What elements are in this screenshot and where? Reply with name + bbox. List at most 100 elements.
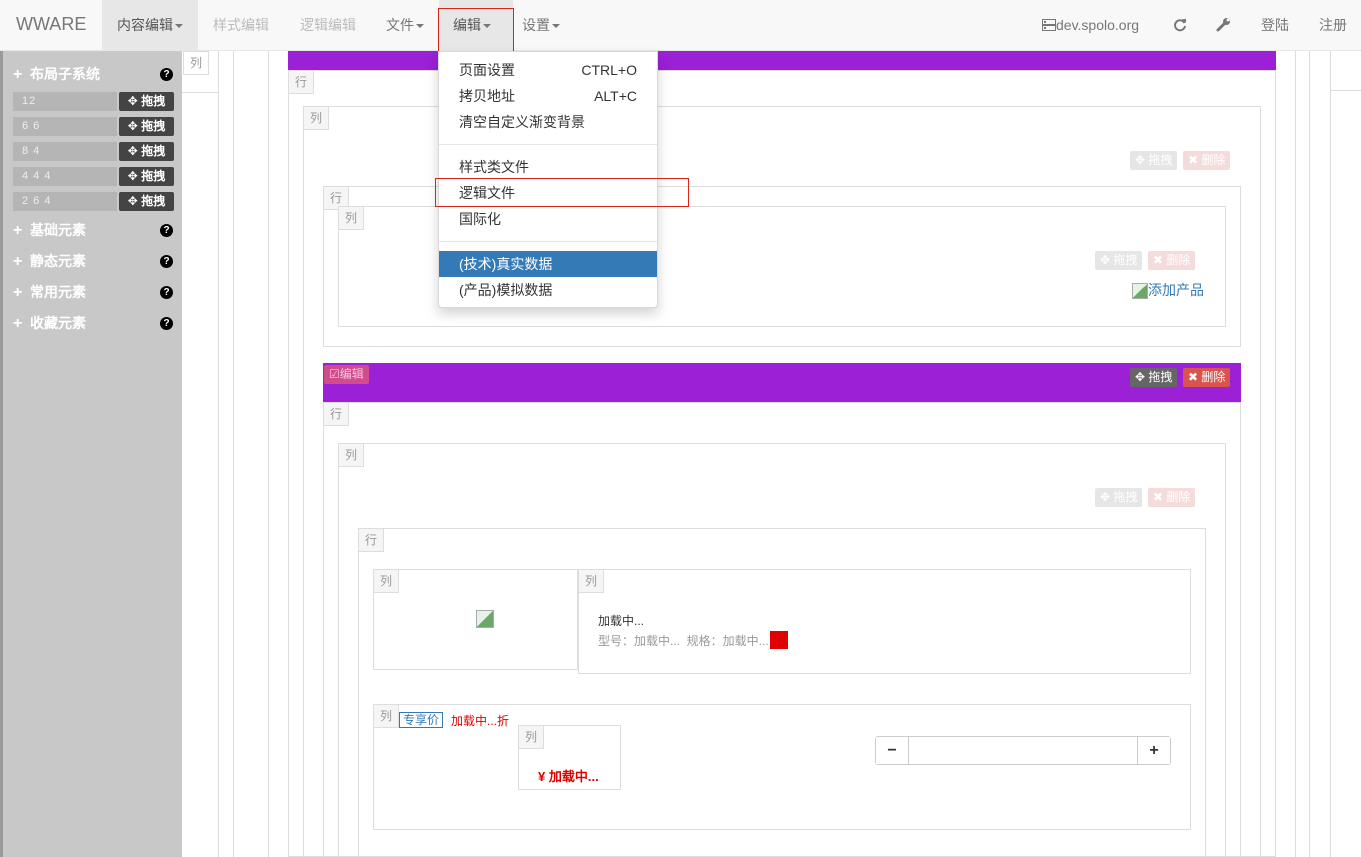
brand-logo[interactable]: WWARE (16, 14, 86, 35)
delete-control[interactable]: ✖ 删除 (1148, 251, 1196, 270)
color-swatch (770, 631, 788, 649)
sidebar-section-static[interactable]: + 静态元素 (13, 251, 86, 271)
menu-copy-address[interactable]: 拷贝地址 ALT+C (439, 83, 657, 109)
layout-row-8-4: 8 4 ✥ 拖拽 (13, 142, 174, 161)
nav-server[interactable]: dev.spolo.org (1027, 0, 1154, 51)
drag-button[interactable]: ✥ 拖拽 (119, 92, 174, 111)
product-title: 加载中... (598, 614, 645, 628)
frame-line (1330, 51, 1331, 857)
help-icon[interactable]: ? (160, 286, 173, 299)
price-text: ¥ 加载中... (538, 769, 599, 784)
menu-page-settings[interactable]: 页面设置 CTRL+O (439, 57, 657, 83)
discount-text: 加载中...折 (451, 714, 510, 728)
frame-line (218, 51, 219, 857)
drag-control[interactable]: ✥ 拖拽 (1095, 251, 1143, 270)
help-icon[interactable]: ? (160, 224, 173, 237)
nav-logic-edit[interactable]: 逻辑编辑 (285, 0, 371, 51)
help-icon[interactable]: ? (160, 317, 173, 330)
decrement-button[interactable]: − (876, 737, 909, 764)
delete-control[interactable]: ✖ 删除 (1148, 488, 1196, 507)
col-tag[interactable]: 列 (518, 725, 545, 749)
caret-down-icon (416, 24, 424, 29)
component-sidebar: + 布局子系统 ? 12 ✥ 拖拽 6 6 ✥ 拖拽 8 4 ✥ 拖拽 4 4 4 ✥ 拖… (0, 51, 182, 857)
wrench-icon (1216, 18, 1230, 32)
menu-divider (439, 144, 657, 145)
caret-down-icon (552, 24, 560, 29)
caret-down-icon (175, 24, 183, 29)
drag-button[interactable]: ✥ 拖拽 (119, 192, 174, 211)
frame-line (182, 92, 218, 93)
edit-dropdown-menu: 页面设置 CTRL+O 拷贝地址 ALT+C 清空自定义渐变背景 样式类文件 逻辑文… (438, 51, 658, 308)
purple-toolbar (288, 51, 1276, 70)
sidebar-section-layout[interactable]: + 布局子系统 (13, 64, 100, 84)
plus-icon: + (13, 315, 23, 332)
plus-icon: + (13, 222, 23, 239)
help-icon[interactable]: ? (160, 255, 173, 268)
plus-icon: + (13, 284, 23, 301)
col-tag[interactable]: 列 (338, 443, 365, 467)
register-link[interactable]: 注册 (1304, 0, 1361, 51)
top-navbar: WWARE 内容编辑 样式编辑 逻辑编辑 文件 编辑 设置 dev.spolo.… (0, 0, 1361, 51)
menu-divider (439, 241, 657, 242)
drag-button[interactable]: ✥ 拖拽 (119, 142, 174, 161)
broken-image-icon (476, 610, 494, 628)
col-tag[interactable]: 列 (338, 206, 365, 230)
col-tag[interactable]: 列 (373, 704, 400, 728)
add-product-link[interactable]: 添加产品 (1132, 280, 1204, 300)
quantity-stepper: − + (875, 736, 1171, 765)
server-icon (1042, 19, 1056, 31)
login-link[interactable]: 登陆 (1246, 0, 1304, 51)
edit-button[interactable]: ☑编辑 (324, 365, 369, 384)
exclusive-price-badge: 专享价 (399, 712, 444, 728)
purple-toolbar (323, 363, 1241, 402)
increment-button[interactable]: + (1137, 737, 1170, 764)
nav-tools[interactable] (1201, 0, 1246, 51)
nav-settings[interactable]: 设置 (507, 0, 575, 51)
menu-real-data[interactable]: (技术)真实数据 (439, 251, 657, 277)
drag-control[interactable]: ✥ 拖拽 (1130, 151, 1178, 170)
drag-button[interactable]: ✥ 拖拽 (119, 117, 174, 136)
frame-line (1295, 51, 1296, 857)
image-icon (1132, 283, 1148, 300)
refresh-icon (1174, 19, 1186, 32)
menu-style-class-file[interactable]: 样式类文件 (439, 154, 657, 180)
drag-control[interactable]: ✥ 拖拽 (1095, 488, 1143, 507)
frame-line (233, 51, 234, 857)
delete-control[interactable]: ✖ 删除 (1183, 368, 1231, 387)
menu-clear-gradient[interactable]: 清空自定义渐变背景 (439, 109, 657, 135)
sidebar-section-favorites[interactable]: + 收藏元素 (13, 313, 86, 333)
row-tag[interactable]: 行 (358, 528, 385, 552)
menu-mock-data[interactable]: (产品)模拟数据 (439, 277, 657, 303)
product-model: 型号：加载中... 规格：加载中... (598, 634, 769, 648)
frame-line (268, 51, 269, 857)
menu-i18n[interactable]: 国际化 (439, 206, 657, 232)
plus-icon: + (13, 66, 23, 83)
col-tag[interactable]: 列 (578, 569, 605, 593)
nav-content-edit[interactable]: 内容编辑 (102, 0, 198, 51)
frame-line (1309, 51, 1310, 857)
column-container: 列 (578, 569, 1191, 674)
layout-row-6-6: 6 6 ✥ 拖拽 (13, 117, 174, 136)
drag-button[interactable]: ✥ 拖拽 (119, 167, 174, 186)
col-tag[interactable]: 列 (303, 106, 330, 130)
help-icon[interactable]: ? (160, 68, 173, 81)
sidebar-section-basic[interactable]: + 基础元素 (13, 220, 86, 240)
col-tag[interactable]: 列 (183, 51, 210, 75)
nav-file[interactable]: 文件 (371, 0, 439, 51)
layout-row-2-6-4: 2 6 4 ✥ 拖拽 (13, 192, 174, 211)
frame-line (1330, 90, 1361, 91)
menu-logic-file[interactable]: 逻辑文件 (439, 180, 657, 206)
layout-row-4-4-4: 4 4 4 ✥ 拖拽 (13, 167, 174, 186)
caret-down-icon (483, 24, 491, 29)
row-tag[interactable]: 行 (323, 402, 350, 426)
nav-style-edit[interactable]: 样式编辑 (198, 0, 284, 51)
quantity-input[interactable] (910, 737, 1138, 764)
sidebar-section-common[interactable]: + 常用元素 (13, 282, 86, 302)
drag-control[interactable]: ✥ 拖拽 (1130, 368, 1178, 387)
nav-refresh[interactable] (1158, 0, 1202, 51)
delete-control[interactable]: ✖ 删除 (1183, 151, 1231, 170)
nav-edit[interactable]: 编辑 (439, 0, 513, 51)
plus-icon: + (13, 253, 23, 270)
row-tag[interactable]: 行 (288, 70, 315, 94)
col-tag[interactable]: 列 (373, 569, 400, 593)
